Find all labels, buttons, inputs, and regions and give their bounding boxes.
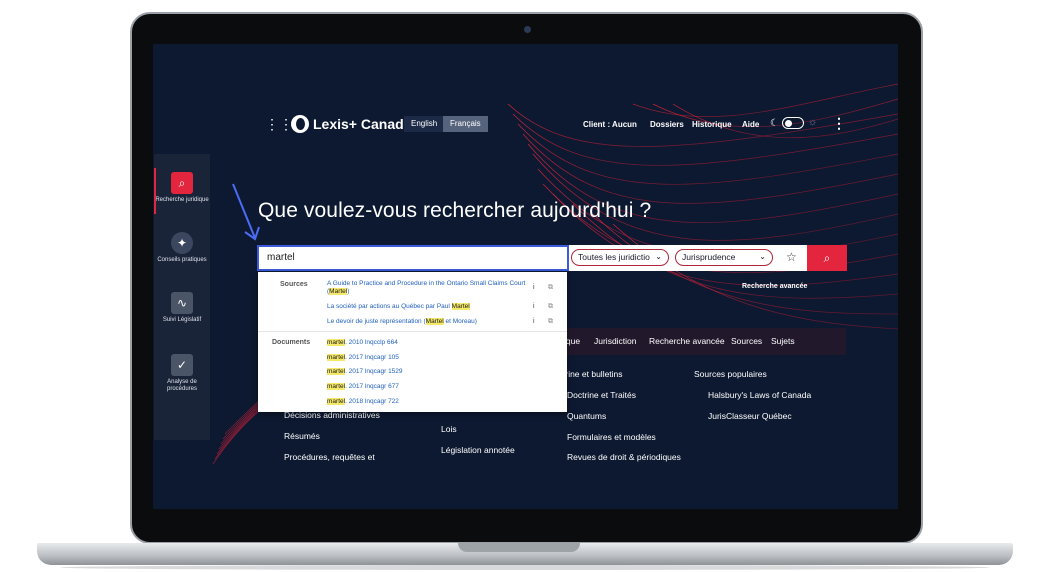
nav-item-sources[interactable]: Sources — [731, 336, 762, 346]
content-link[interactable]: Formulaires et modèles — [567, 432, 656, 442]
suggestion-highlight: Martel — [329, 288, 348, 295]
jurisdiction-select[interactable]: Toutes les juridictio ⌄ — [571, 249, 669, 266]
left-sidebar: ⌕ Recherche juridique ✦ Conseils pratiqu… — [154, 154, 210, 440]
open-external-icon[interactable]: ⧉ — [548, 303, 553, 311]
moon-icon: ☾ — [770, 118, 779, 129]
suggestion-highlight: martel — [327, 368, 346, 375]
suggestion-text: . 2010 lnqcclp 664 — [345, 339, 398, 346]
dropdown-divider — [258, 331, 567, 332]
suggestion-text: A Guide to Practice and Procedure in the… — [327, 280, 526, 295]
suggestion-source[interactable]: Le devoir de juste représentation (Marte… — [327, 318, 477, 326]
apps-grid-icon[interactable]: ⋮⋮⋮ — [265, 117, 307, 131]
dropdown-section-sources: Sources — [280, 281, 308, 288]
content-link[interactable]: Revues de droit & périodiques — [567, 452, 681, 462]
suggestion-text: . 2018 lnqcagr 722 — [345, 398, 399, 405]
chevron-down-icon: ⌄ — [759, 252, 766, 261]
suggestion-highlight: martel — [327, 398, 346, 405]
suggestion-text: et Moreau) — [443, 318, 477, 325]
more-menu-icon[interactable]: ⋮ — [832, 115, 846, 132]
dossiers-link[interactable]: Dossiers — [650, 120, 684, 129]
jurisdiction-select-value: Toutes les juridictio — [578, 252, 650, 262]
suggestion-text: La société par actions au Québec par Pau… — [327, 303, 452, 310]
laptop-notch — [458, 543, 580, 552]
nav-item-jurisdiction[interactable]: Jurisdiction — [594, 336, 637, 346]
lang-english-button[interactable]: English — [404, 116, 445, 132]
suggestion-highlight: martel — [327, 339, 346, 346]
suggestion-text: . 2017 lnqcagr 677 — [345, 383, 399, 390]
content-link[interactable]: Législation annotée — [441, 445, 515, 455]
content-link[interactable]: Quantums — [567, 411, 606, 421]
content-link[interactable]: Résumés — [284, 431, 320, 441]
sidebar-item-conseils[interactable]: ✦ Conseils pratiques — [154, 232, 210, 264]
open-external-icon[interactable]: ⧉ — [548, 318, 553, 326]
compass-icon: ✦ — [171, 232, 193, 254]
historique-link[interactable]: Historique — [692, 120, 732, 129]
suggestion-document[interactable]: martel. 2010 lnqcclp 664 — [327, 339, 398, 347]
suggestion-text: ) — [347, 288, 350, 295]
suggestion-highlight: Martel — [425, 318, 444, 325]
nav-item-sujets[interactable]: Sujets — [771, 336, 795, 346]
suggestion-source[interactable]: A Guide to Practice and Procedure in the… — [327, 280, 527, 296]
sidebar-item-label: Conseils pratiques — [157, 257, 207, 263]
sidebar-item-label: Suivi Législatif — [162, 317, 202, 323]
suggestion-highlight: Martel — [451, 303, 470, 310]
client-link[interactable]: Client : Aucun — [583, 120, 637, 129]
content-link[interactable]: Lois — [441, 424, 457, 434]
content-link[interactable]: Sources populaires — [694, 369, 767, 379]
content-nav: ique Jurisdiction Recherche avancée Sour… — [559, 328, 846, 355]
lexis-logo-icon — [291, 115, 309, 133]
suggestion-highlight: martel — [327, 354, 346, 361]
page-headline: Que voulez-vous rechercher aujourd'hui ? — [258, 199, 652, 222]
content-link[interactable]: trine et bulletins — [563, 369, 623, 379]
chevron-down-icon: ⌄ — [655, 252, 662, 261]
suggestion-document[interactable]: martel. 2017 lnqcagr 677 — [327, 383, 399, 391]
camera-icon — [524, 26, 531, 33]
sun-icon: ☼ — [808, 117, 818, 128]
search-icon: ⌕ — [823, 251, 831, 265]
open-external-icon[interactable]: ⧉ — [548, 284, 553, 292]
sidebar-item-recherche[interactable]: ⌕ Recherche juridique — [154, 168, 210, 214]
search-input[interactable] — [267, 252, 547, 263]
search-filters: Toutes les juridictio ⌄ Jurisprudence ⌄ … — [569, 245, 807, 271]
star-icon[interactable]: ☆ — [786, 250, 797, 264]
theme-toggle[interactable] — [782, 117, 804, 129]
suggestion-text: . 2017 lnqcagr 1529 — [345, 368, 403, 375]
suggestion-document[interactable]: martel. 2018 lnqcagr 722 — [327, 398, 399, 406]
nav-item-advanced[interactable]: Recherche avancée — [649, 336, 725, 346]
content-link[interactable]: Doctrine et Traités — [567, 390, 636, 400]
search-box[interactable] — [257, 245, 569, 271]
info-icon[interactable]: i — [533, 284, 535, 291]
suggestion-text: . 2017 lnqcagr 105 — [345, 354, 399, 361]
dropdown-section-documents: Documents — [272, 339, 311, 346]
sidebar-item-label: Analyse de procédures — [166, 379, 198, 392]
suggestion-document[interactable]: martel. 2017 lnqcagr 1529 — [327, 368, 403, 376]
screen: ⋮⋮⋮ Lexis+ Canada English Français Clien… — [153, 44, 898, 509]
doc-type-select[interactable]: Jurisprudence ⌄ — [675, 249, 773, 266]
info-icon[interactable]: i — [533, 318, 535, 325]
suggestion-highlight: martel — [327, 383, 346, 390]
content-link[interactable]: Procédures, requêtes et — [284, 452, 375, 462]
suggestion-text: Le devoir de juste représentation ( — [327, 318, 426, 325]
logo-text[interactable]: Lexis+ Canada — [313, 116, 411, 132]
doc-type-select-value: Jurisprudence — [682, 252, 736, 262]
chart-icon: ✓ — [171, 354, 193, 376]
autocomplete-dropdown: Sources A Guide to Practice and Procedur… — [258, 272, 567, 412]
sidebar-item-label: Recherche juridique — [155, 197, 209, 203]
search-button[interactable]: ⌕ — [807, 245, 847, 271]
advanced-search-link[interactable]: Recherche avancée — [742, 283, 807, 290]
content-link[interactable]: JurisClasseur Québec — [708, 411, 792, 421]
sidebar-item-analyse[interactable]: ✓ Analyse de procédures — [154, 354, 210, 393]
pulse-icon: ∿ — [171, 292, 193, 314]
suggestion-document[interactable]: martel. 2017 lnqcagr 105 — [327, 354, 399, 362]
info-icon[interactable]: i — [533, 303, 535, 310]
laptop-shadow — [60, 565, 990, 570]
sidebar-item-suivi[interactable]: ∿ Suivi Législatif — [154, 292, 210, 324]
content-link[interactable]: Halsbury's Laws of Canada — [708, 390, 811, 400]
search-icon: ⌕ — [171, 172, 193, 194]
top-bar: ⋮⋮⋮ Lexis+ Canada English Français Clien… — [153, 112, 898, 138]
lang-francais-button[interactable]: Français — [443, 116, 488, 132]
suggestion-source[interactable]: La société par actions au Québec par Pau… — [327, 303, 470, 311]
aide-link[interactable]: Aide — [742, 120, 759, 129]
